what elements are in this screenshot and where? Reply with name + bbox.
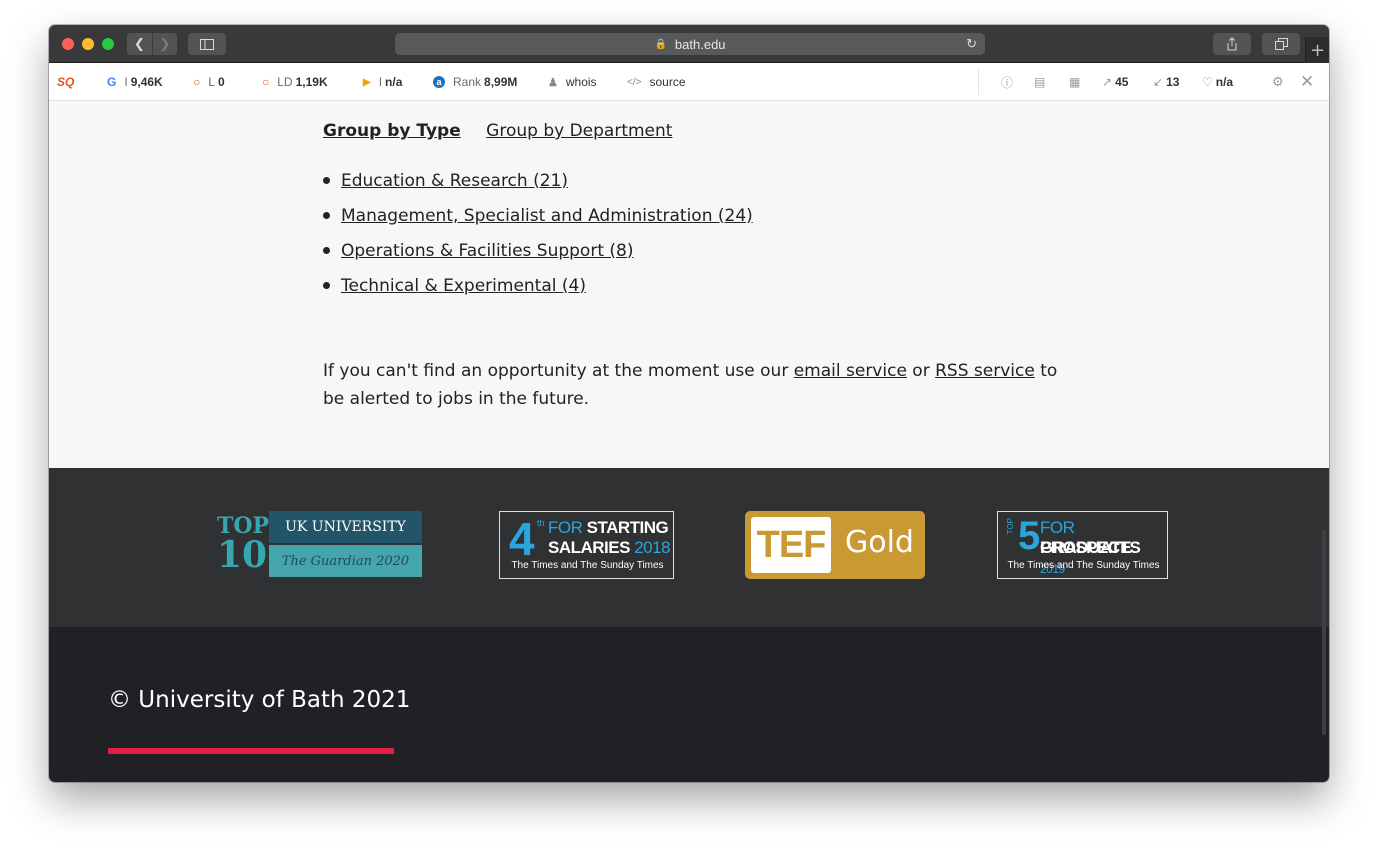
google-index-item[interactable]: G I 9,46K: [107, 63, 163, 101]
show-tabs-button[interactable]: [1262, 33, 1300, 55]
internal-link-icon: ↙: [1153, 75, 1164, 89]
close-icon: ✕: [1300, 72, 1315, 91]
alexa-rank-item[interactable]: a Rank 8,99M: [433, 63, 517, 101]
settings-button[interactable]: ⚙: [1272, 63, 1284, 101]
lock-icon: 🔒: [654, 38, 667, 50]
url-text: bath.edu: [674, 36, 726, 52]
new-tab-button[interactable]: +: [1305, 37, 1329, 63]
list-item: Management, Specialist and Administratio…: [323, 198, 753, 233]
bing-index-item[interactable]: ▶ I n/a: [363, 63, 402, 101]
job-type-list: Education & Research (21) Management, Sp…: [323, 163, 753, 303]
job-type-link[interactable]: Management, Specialist and Administratio…: [341, 206, 753, 226]
job-alert-notice: If you can't find an opportunity at the …: [323, 361, 1058, 409]
starting-salaries-badge: 4 th FOR STARTING SALARIES 2018 The Time…: [499, 511, 674, 579]
toolbar-divider: [978, 69, 979, 95]
reload-icon[interactable]: ↻: [966, 36, 977, 52]
tef-gold-badge: TEF Gold: [745, 511, 925, 579]
alexa-icon: a: [433, 76, 445, 88]
bullet: [323, 247, 330, 254]
info-button[interactable]: ⓘ: [1001, 63, 1013, 101]
copyright-text: © University of Bath 2021: [108, 687, 411, 713]
external-link-icon: ↗: [1102, 75, 1113, 89]
browser-window: ❮ ❯ 🔒 bath.edu ↻ + SQ G I 9,46K ○ L 0 ○ …: [49, 25, 1329, 782]
info-icon: ⓘ: [1001, 75, 1014, 90]
site-footer: © University of Bath 2021: [49, 627, 1329, 782]
whois-item[interactable]: ♟ whois: [548, 63, 597, 101]
list-item: Operations & Facilities Support (8): [323, 233, 753, 268]
health-item[interactable]: ♡ n/a: [1202, 63, 1233, 101]
guardian-top10-badge: TOP 10 UK UNIVERSITY The Guardian 2020: [217, 511, 423, 579]
seoquake-icon: SQ: [57, 75, 75, 89]
group-by-type-link[interactable]: Group by Type: [323, 121, 461, 141]
graduate-prospects-badge: TOP 5 FOR GRADUATE PROSPECTS 2019 The Ti…: [997, 511, 1168, 579]
semrush-icon: ○: [193, 75, 201, 89]
chevron-left-icon: ❮: [134, 36, 145, 52]
share-button[interactable]: [1213, 33, 1251, 55]
job-type-link[interactable]: Technical & Experimental (4): [341, 276, 586, 296]
semrush-icon: ○: [262, 75, 270, 89]
report-button[interactable]: ▦: [1069, 63, 1080, 101]
address-bar[interactable]: 🔒 bath.edu ↻: [395, 33, 985, 55]
links-item[interactable]: ○ L 0: [193, 63, 225, 101]
source-item[interactable]: </> source: [627, 63, 686, 101]
bullet: [323, 212, 330, 219]
minimize-window-button[interactable]: [82, 38, 94, 50]
page-content: Group by Type Group by Department Educat…: [49, 101, 1329, 468]
seo-toolbar: SQ G I 9,46K ○ L 0 ○ LD 1,19K ▶ I n/a a …: [49, 63, 1329, 101]
job-type-link[interactable]: Operations & Facilities Support (8): [341, 241, 633, 261]
scrollbar[interactable]: [1322, 530, 1326, 735]
user-icon: ♟: [548, 76, 558, 89]
bullet: [323, 177, 330, 184]
document-icon: ▦: [1069, 75, 1081, 89]
chevron-right-icon: ❯: [159, 36, 171, 52]
bullet: [323, 282, 330, 289]
code-icon: </>: [627, 76, 642, 88]
sidebar-toggle-button[interactable]: [188, 33, 226, 55]
rss-service-link[interactable]: RSS service: [935, 361, 1035, 381]
external-links-item[interactable]: ↗ 45: [1102, 63, 1128, 101]
title-bar: ❮ ❯ 🔒 bath.edu ↻ +: [49, 25, 1329, 63]
seoquake-logo[interactable]: SQ: [57, 63, 74, 101]
plus-icon: +: [1309, 39, 1326, 61]
accent-bar: [108, 748, 394, 754]
sidebar-icon: [200, 38, 214, 50]
internal-links-item[interactable]: ↙ 13: [1153, 63, 1179, 101]
back-button[interactable]: ❮: [127, 33, 152, 55]
group-tabs: Group by Type Group by Department: [323, 121, 692, 141]
google-icon: G: [107, 75, 117, 89]
awards-strip: TOP 10 UK UNIVERSITY The Guardian 2020 4…: [49, 468, 1329, 627]
email-service-link[interactable]: email service: [794, 361, 907, 381]
zoom-window-button[interactable]: [102, 38, 114, 50]
job-type-link[interactable]: Education & Research (21): [341, 171, 568, 191]
density-button[interactable]: ▤: [1034, 63, 1045, 101]
gear-icon: ⚙: [1272, 74, 1284, 89]
forward-button[interactable]: ❯: [153, 33, 177, 55]
tabs-icon: [1274, 38, 1288, 50]
heart-icon: ♡: [1202, 75, 1213, 89]
presentation-icon: ▤: [1034, 75, 1046, 89]
close-toolbar-button[interactable]: ✕: [1300, 63, 1314, 101]
group-by-department-link[interactable]: Group by Department: [486, 121, 672, 141]
close-window-button[interactable]: [62, 38, 74, 50]
bing-icon: ▶: [363, 76, 371, 88]
share-icon: [1227, 37, 1237, 51]
list-item: Education & Research (21): [323, 163, 753, 198]
list-item: Technical & Experimental (4): [323, 268, 753, 303]
linking-domains-item[interactable]: ○ LD 1,19K: [262, 63, 328, 101]
